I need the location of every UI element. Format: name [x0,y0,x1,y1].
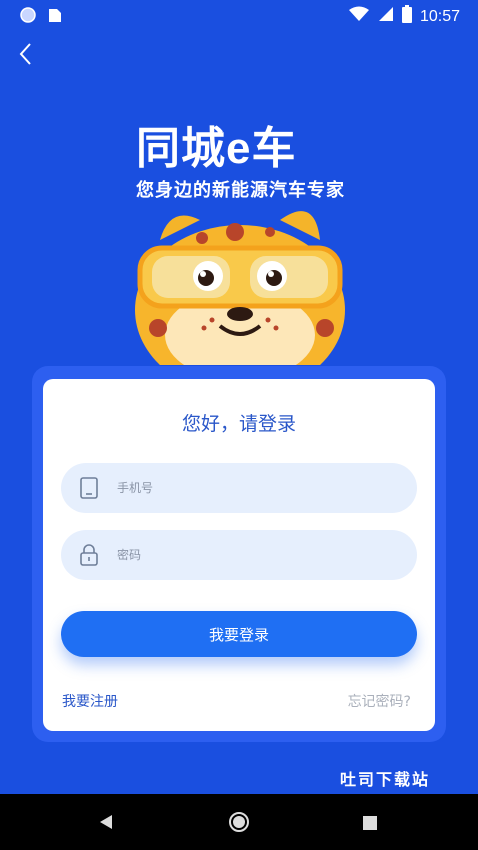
leopard-mascot [130,200,350,395]
phone-input[interactable] [115,480,379,496]
nav-back-button[interactable] [98,814,114,834]
nav-home-button[interactable] [228,811,250,837]
login-greeting: 您好，请登录 [181,413,296,435]
square-recents-icon [363,816,377,830]
login-button[interactable]: 我要登录 [61,611,417,657]
brand-name: 同城e车 [136,124,297,173]
phone-icon [80,477,98,499]
register-link[interactable]: 我要注册 [62,691,118,711]
brand-tagline: 您身边的新能源汽车专家 [136,180,345,200]
password-field[interactable] [61,530,417,580]
status-bar: 10:57 [0,0,478,30]
phone-field[interactable] [61,463,417,513]
sim-card-icon [48,7,62,27]
watermark-text: 吐司下载站 [339,770,430,789]
wifi-icon [348,6,370,27]
back-button[interactable] [14,40,40,68]
circle-home-icon [229,812,249,832]
password-input[interactable] [115,547,379,563]
back-arrow-icon [19,43,31,65]
brand-logo: 同城e车 您身边的新能源汽车专家 [136,124,346,202]
signal-icon [378,6,394,27]
battery-icon [401,5,412,28]
forgot-password-link[interactable]: 忘记密码? [348,691,411,711]
login-card: 您好，请登录 我要登录 我要注册 忘记密码? [43,379,435,731]
lock-icon [80,544,98,566]
triangle-back-icon [100,815,112,829]
notification-dot-icon [20,7,36,27]
clock: 10:57 [419,7,460,25]
nav-recents-button[interactable] [363,815,377,834]
system-nav-bar [0,794,478,850]
